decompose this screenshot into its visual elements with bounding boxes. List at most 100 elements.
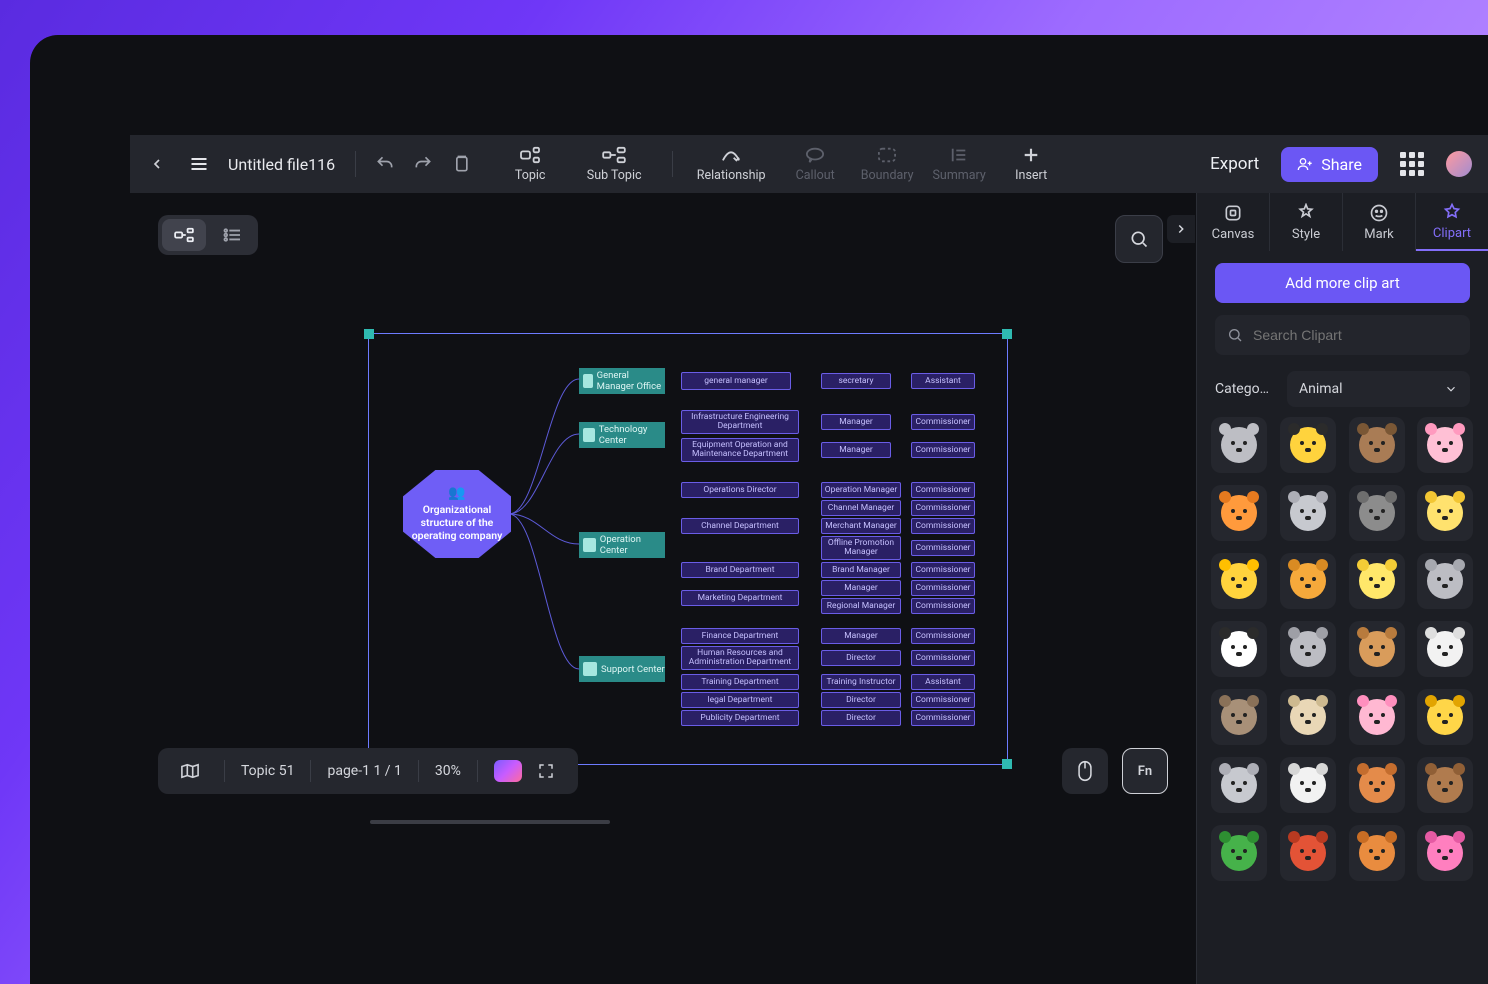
tab-style[interactable]: Style xyxy=(1270,193,1343,251)
clipart-item[interactable] xyxy=(1280,757,1336,813)
node[interactable]: Commissioner xyxy=(911,598,975,614)
clipart-item[interactable] xyxy=(1349,417,1405,473)
clipart-item[interactable] xyxy=(1417,417,1473,473)
center-node[interactable]: Support Center xyxy=(579,656,665,682)
node[interactable]: Commissioner xyxy=(911,580,975,596)
page-indicator[interactable]: page-1 1 / 1 xyxy=(327,763,401,779)
node[interactable]: Director xyxy=(821,692,901,708)
clipart-item[interactable] xyxy=(1349,553,1405,609)
node[interactable]: Finance Department xyxy=(681,628,799,644)
node[interactable]: Commissioner xyxy=(911,500,975,516)
node[interactable]: Marketing Department xyxy=(681,590,799,606)
clipart-item[interactable] xyxy=(1417,553,1473,609)
node[interactable]: Brand Manager xyxy=(821,562,901,578)
node[interactable]: Manager xyxy=(821,628,901,644)
fn-button[interactable]: Fn xyxy=(1122,748,1168,794)
clipart-item[interactable] xyxy=(1417,825,1473,881)
node[interactable]: Director xyxy=(821,710,901,726)
node[interactable]: Operation Manager xyxy=(821,482,901,498)
undo-button[interactable] xyxy=(366,145,404,183)
node[interactable]: Equipment Operation and Maintenance Depa… xyxy=(681,438,799,462)
center-node[interactable]: Technology Center xyxy=(579,422,665,448)
clipart-item[interactable] xyxy=(1349,757,1405,813)
clipart-item[interactable] xyxy=(1211,689,1267,745)
clipart-item[interactable] xyxy=(1211,485,1267,541)
clipart-search-input[interactable] xyxy=(1253,327,1458,343)
export-button[interactable]: Export xyxy=(1196,146,1273,182)
clipart-item[interactable] xyxy=(1211,621,1267,677)
node[interactable]: Commissioner xyxy=(911,692,975,708)
node[interactable]: Manager xyxy=(821,414,891,430)
clipart-item[interactable] xyxy=(1349,689,1405,745)
node[interactable]: Human Resources and Administration Depar… xyxy=(681,646,799,670)
clipart-item[interactable] xyxy=(1417,485,1473,541)
canvas[interactable]: 👥 Organizational structure of the operat… xyxy=(150,203,1178,834)
mouse-settings-button[interactable] xyxy=(1062,748,1108,794)
back-button[interactable] xyxy=(140,147,174,181)
node[interactable]: Commissioner xyxy=(911,540,975,556)
clipart-item[interactable] xyxy=(1417,689,1473,745)
center-node[interactable]: General Manager Office xyxy=(579,368,665,394)
clipart-item[interactable] xyxy=(1349,825,1405,881)
tab-canvas[interactable]: Canvas xyxy=(1197,193,1270,251)
relationship-tool[interactable]: Relationship xyxy=(683,146,779,183)
topic-tool[interactable]: Topic xyxy=(494,146,566,183)
share-button[interactable]: Share xyxy=(1281,147,1378,182)
clipart-item[interactable] xyxy=(1349,485,1405,541)
node[interactable]: Commissioner xyxy=(911,562,975,578)
node[interactable]: Brand Department xyxy=(681,562,799,578)
node[interactable]: Infrastructure Engineering Department xyxy=(681,410,799,434)
node[interactable]: Commissioner xyxy=(911,442,975,458)
node[interactable]: Commissioner xyxy=(911,650,975,666)
clipart-item[interactable] xyxy=(1417,757,1473,813)
clipart-item[interactable] xyxy=(1417,621,1473,677)
category-select[interactable]: Animal xyxy=(1287,371,1470,407)
node[interactable]: Manager xyxy=(821,442,891,458)
node[interactable]: secretary xyxy=(821,373,891,389)
clipart-item[interactable] xyxy=(1349,621,1405,677)
clipart-item[interactable] xyxy=(1280,417,1336,473)
node[interactable]: Assistant xyxy=(911,373,975,389)
node[interactable]: Assistant xyxy=(911,674,975,690)
node[interactable]: Commissioner xyxy=(911,414,975,430)
hamburger-menu-button[interactable] xyxy=(180,145,218,183)
node[interactable]: legal Department xyxy=(681,692,799,708)
node[interactable]: Regional Manager xyxy=(821,598,901,614)
node[interactable]: Commissioner xyxy=(911,710,975,726)
node[interactable]: general manager xyxy=(681,372,791,390)
resize-handle-ne[interactable] xyxy=(1002,329,1012,339)
apps-grid-button[interactable] xyxy=(1392,144,1432,184)
map-icon[interactable] xyxy=(172,753,208,789)
resize-handle-se[interactable] xyxy=(1002,759,1012,769)
resize-handle-nw[interactable] xyxy=(364,329,374,339)
clipart-item[interactable] xyxy=(1280,689,1336,745)
root-node[interactable]: 👥 Organizational structure of the operat… xyxy=(403,470,511,558)
node[interactable]: Training Instructor xyxy=(821,674,901,690)
user-avatar[interactable] xyxy=(1446,151,1472,177)
node[interactable]: Channel Department xyxy=(681,518,799,534)
node[interactable]: Commissioner xyxy=(911,482,975,498)
node[interactable]: Training Department xyxy=(681,674,799,690)
zoom-level[interactable]: 30% xyxy=(435,763,461,779)
node[interactable]: Channel Manager xyxy=(821,500,901,516)
paste-button[interactable] xyxy=(442,145,480,183)
node[interactable]: Manager xyxy=(821,580,901,596)
center-node[interactable]: Operation Center xyxy=(579,532,665,558)
redo-button[interactable] xyxy=(404,145,442,183)
node[interactable]: Operations Director xyxy=(681,482,799,498)
clipart-item[interactable] xyxy=(1280,825,1336,881)
tab-mark[interactable]: Mark xyxy=(1343,193,1416,251)
clipart-search[interactable] xyxy=(1215,315,1470,355)
fullscreen-button[interactable] xyxy=(528,753,564,789)
tab-clipart[interactable]: Clipart xyxy=(1416,193,1488,251)
node[interactable]: Director xyxy=(821,650,901,666)
node[interactable]: Offline Promotion Manager xyxy=(821,536,901,560)
clipart-item[interactable] xyxy=(1211,417,1267,473)
file-name[interactable]: Untitled file116 xyxy=(228,155,335,174)
selection-box[interactable]: 👥 Organizational structure of the operat… xyxy=(368,333,1008,765)
node[interactable]: Merchant Manager xyxy=(821,518,901,534)
clipart-item[interactable] xyxy=(1280,485,1336,541)
insert-tool[interactable]: Insert xyxy=(995,146,1067,183)
add-clipart-button[interactable]: Add more clip art xyxy=(1215,263,1470,303)
clipart-item[interactable] xyxy=(1280,621,1336,677)
